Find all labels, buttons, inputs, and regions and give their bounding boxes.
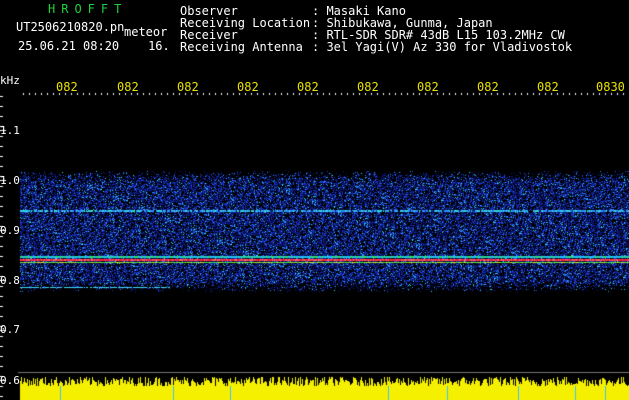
x-tick-1: 082 xyxy=(56,80,78,94)
app-brand: HROFFT xyxy=(48,2,128,16)
y-tick-1-0: 1.0 xyxy=(0,174,20,187)
datetime-and-count: 25.06.21 08:20 16. xyxy=(18,40,170,52)
file-name: UT2506210820.pn xyxy=(16,20,125,34)
y-axis-unit: kHz xyxy=(0,74,20,87)
y-tick-0-6: 0.6 xyxy=(0,374,20,387)
x-tick-4: 082 xyxy=(237,80,259,94)
y-tick-1-1: 1.1 xyxy=(0,124,20,137)
detection-tag: meteor xyxy=(124,25,168,39)
x-tick-5: 082 xyxy=(297,80,319,94)
y-tick-0-7: 0.7 xyxy=(0,323,20,336)
y-tick-0-8: 0.8 xyxy=(0,274,20,287)
meteor-count: 16. xyxy=(148,39,170,53)
x-tick-9: 082 xyxy=(537,80,559,94)
x-tick-10: 0830 xyxy=(596,80,625,94)
y-tick-0-9: 0.9 xyxy=(0,224,20,237)
antenna-label: Receiving Antenna xyxy=(180,40,303,54)
x-tick-2: 082 xyxy=(117,80,139,94)
x-tick-3: 082 xyxy=(177,80,199,94)
datetime: 25.06.21 08:20 xyxy=(18,39,120,53)
x-tick-6: 082 xyxy=(357,80,379,94)
spectrogram-canvas xyxy=(0,0,629,400)
x-tick-7: 082 xyxy=(417,80,439,94)
x-tick-8: 082 xyxy=(477,80,499,94)
antenna-value: : 3el Yagi(V) Az 330 for Vladivostok xyxy=(312,40,573,54)
